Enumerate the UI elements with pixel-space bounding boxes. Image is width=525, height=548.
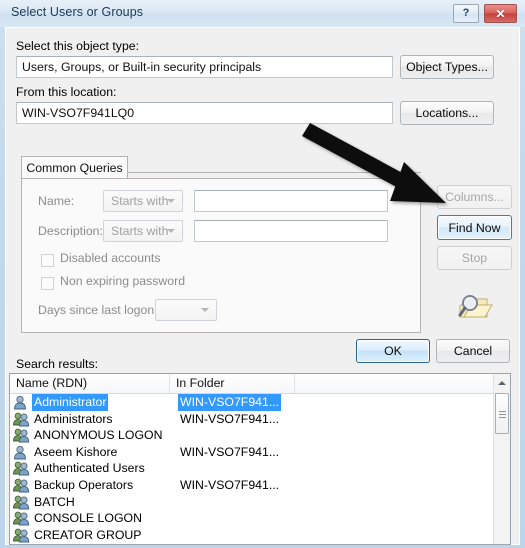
group-icon bbox=[13, 461, 30, 476]
tab-common-queries[interactable]: Common Queries bbox=[21, 156, 128, 179]
non-expiring-password-checkbox[interactable] bbox=[41, 277, 54, 290]
user-icon bbox=[13, 395, 30, 410]
non-expiring-password-label: Non expiring password bbox=[60, 274, 186, 288]
search-results-list[interactable]: Name (RDN) In Folder Administrator WIN-VS… bbox=[9, 373, 511, 545]
table-row[interactable]: Administrators WIN-VSO7F941... bbox=[10, 411, 510, 428]
column-header-name[interactable]: Name (RDN) bbox=[10, 374, 170, 393]
window-title: Select Users or Groups bbox=[11, 5, 144, 19]
locations-button[interactable]: Locations... bbox=[400, 101, 494, 125]
row-name: Aseem Kishore bbox=[34, 444, 118, 459]
column-header-filler bbox=[295, 374, 493, 393]
row-in-folder: WIN-VSO7F941... bbox=[180, 444, 280, 459]
table-row[interactable]: Administrator WIN-VSO7F941... bbox=[10, 394, 510, 411]
row-name: Authenticated Users bbox=[34, 461, 145, 476]
cancel-button[interactable]: Cancel bbox=[436, 339, 510, 363]
group-icon bbox=[13, 511, 30, 526]
column-header-in-folder[interactable]: In Folder bbox=[170, 374, 295, 393]
description-input[interactable] bbox=[194, 220, 388, 242]
object-types-button[interactable]: Object Types... bbox=[400, 55, 494, 79]
location-label: From this location: bbox=[16, 85, 117, 99]
location-field[interactable]: WIN-VSO7F941LQ0 bbox=[16, 102, 393, 124]
group-icon bbox=[13, 412, 30, 427]
scroll-up-arrow-icon[interactable] bbox=[494, 374, 510, 391]
disabled-accounts-label: Disabled accounts bbox=[60, 251, 161, 265]
close-icon[interactable]: ✕ bbox=[484, 4, 517, 23]
find-now-button[interactable]: Find Now bbox=[437, 215, 512, 240]
title-bar: Select Users or Groups ? ✕ bbox=[0, 0, 525, 27]
object-type-field[interactable]: Users, Groups, or Built-in security prin… bbox=[16, 56, 393, 78]
table-row[interactable]: ANONYMOUS LOGON bbox=[10, 427, 510, 444]
row-in-folder: WIN-VSO7F941... bbox=[180, 477, 280, 492]
window-frame: Select Users or Groups ? ✕ Select this o… bbox=[0, 0, 525, 548]
columns-button[interactable]: Columns... bbox=[437, 185, 512, 209]
description-operator-value: Starts with bbox=[111, 224, 169, 238]
list-rows: Administrator WIN-VSO7F941... Administrato… bbox=[10, 394, 510, 543]
group-icon bbox=[13, 428, 30, 443]
object-type-label: Select this object type: bbox=[16, 39, 140, 53]
help-icon[interactable]: ? bbox=[453, 4, 479, 23]
row-name: Backup Operators bbox=[34, 477, 134, 492]
days-since-last-logon-label: Days since last logon: bbox=[38, 303, 158, 317]
name-operator-value: Starts with bbox=[111, 194, 169, 208]
table-row[interactable]: Authenticated Users bbox=[10, 460, 510, 477]
name-label: Name: bbox=[38, 194, 75, 208]
user-icon bbox=[13, 445, 30, 460]
description-label: Description: bbox=[38, 224, 103, 238]
row-in-folder: WIN-VSO7F941... bbox=[178, 394, 282, 411]
ok-button[interactable]: OK bbox=[356, 339, 430, 363]
description-operator-dropdown[interactable]: Starts with bbox=[103, 220, 183, 242]
stop-button[interactable]: Stop bbox=[437, 246, 512, 270]
group-icon bbox=[13, 528, 30, 543]
tab-strip: Common Queries bbox=[21, 156, 421, 179]
chevron-down-icon bbox=[167, 229, 175, 233]
chevron-down-icon bbox=[201, 308, 209, 312]
disabled-accounts-checkbox[interactable] bbox=[41, 254, 54, 267]
search-results-label: Search results: bbox=[16, 357, 99, 371]
table-row[interactable]: Aseem Kishore WIN-VSO7F941... bbox=[10, 444, 510, 461]
name-operator-dropdown[interactable]: Starts with bbox=[103, 190, 183, 212]
table-row[interactable]: Backup Operators WIN-VSO7F941... bbox=[10, 477, 510, 494]
scrollbar-grip-icon bbox=[499, 411, 506, 418]
row-name: BATCH bbox=[34, 494, 75, 509]
table-row[interactable]: BATCH bbox=[10, 494, 510, 511]
table-row[interactable]: CONSOLE LOGON bbox=[10, 510, 510, 527]
days-since-last-logon-dropdown[interactable] bbox=[155, 299, 217, 321]
row-name: Administrators bbox=[34, 411, 113, 426]
list-header: Name (RDN) In Folder bbox=[10, 374, 510, 394]
screenshot-root: Select Users or Groups ? ✕ Select this o… bbox=[0, 0, 525, 548]
row-name: ANONYMOUS LOGON bbox=[34, 428, 163, 443]
row-name: CONSOLE LOGON bbox=[34, 511, 142, 526]
chevron-down-icon bbox=[167, 199, 175, 203]
group-icon bbox=[13, 495, 30, 510]
row-name: Administrator bbox=[32, 394, 109, 411]
triangle-up-icon bbox=[498, 380, 506, 385]
common-queries-panel: Name: Starts with Description: Starts wi… bbox=[21, 178, 421, 333]
name-input[interactable] bbox=[194, 190, 388, 212]
scrollbar-thumb[interactable] bbox=[495, 393, 509, 434]
table-row[interactable]: CREATOR GROUP bbox=[10, 527, 510, 544]
group-icon bbox=[13, 478, 30, 493]
vertical-scrollbar[interactable] bbox=[493, 374, 510, 544]
row-in-folder: WIN-VSO7F941... bbox=[180, 411, 280, 426]
row-name: CREATOR GROUP bbox=[34, 527, 142, 542]
search-folder-icon bbox=[454, 290, 494, 324]
dialog-client-area: Select this object type: Users, Groups, … bbox=[5, 27, 520, 545]
